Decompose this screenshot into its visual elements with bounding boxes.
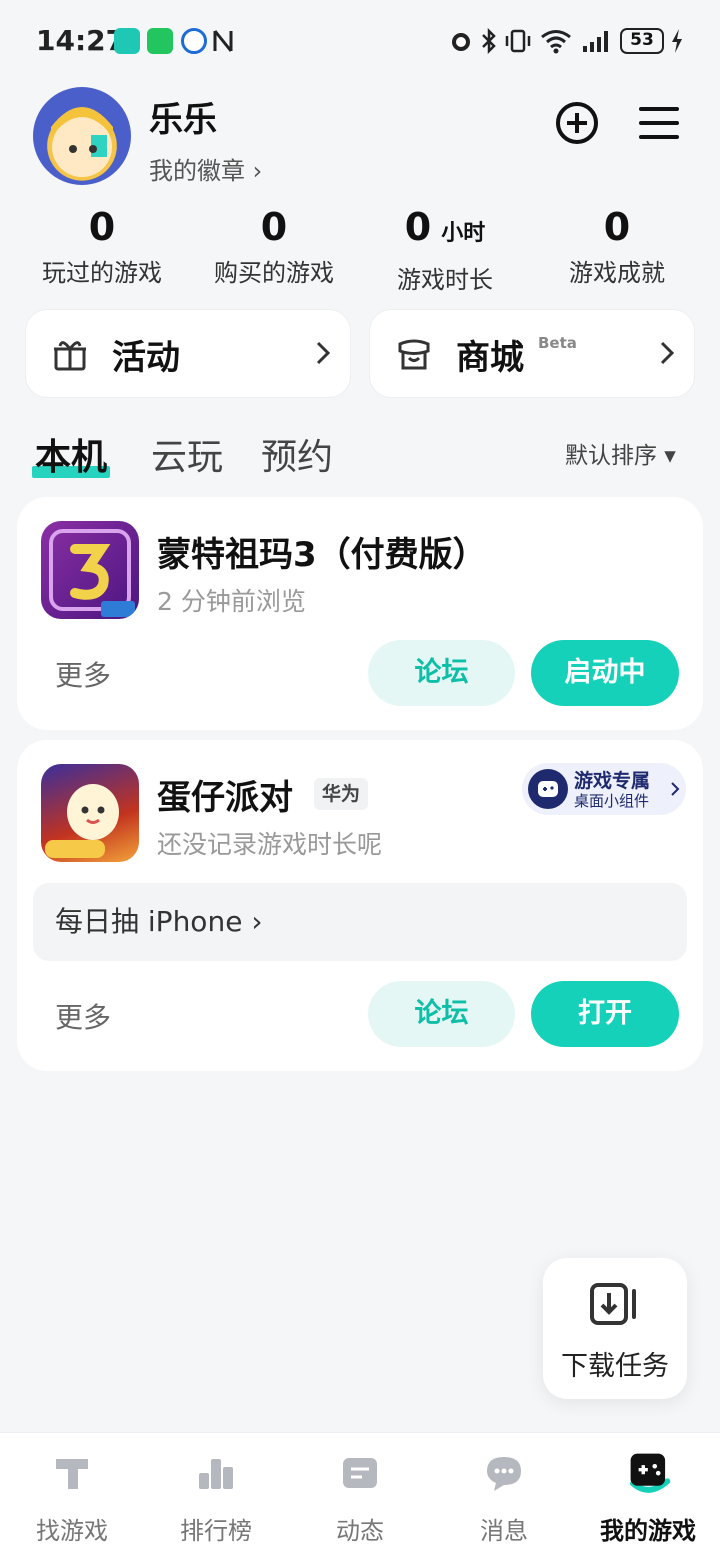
download-task-label: 下载任务 xyxy=(561,1351,669,1382)
bluetooth-icon xyxy=(482,28,496,54)
stat-played-games[interactable]: 0 玩过的游戏 xyxy=(17,205,187,288)
ranking-icon xyxy=(199,1459,233,1489)
gift-icon xyxy=(54,341,86,371)
my-games-icon xyxy=(630,1453,671,1493)
platform-tag: 华为 xyxy=(314,778,369,810)
feed-icon xyxy=(343,1458,377,1488)
username: 乐乐 xyxy=(149,100,217,140)
nav-label: 动态 xyxy=(336,1517,384,1545)
nav-label: 消息 xyxy=(480,1517,528,1545)
message-icon xyxy=(487,1457,521,1491)
menu-icon[interactable] xyxy=(637,101,681,145)
download-icon xyxy=(590,1283,636,1325)
stat-value: 0 xyxy=(603,205,631,249)
activity-label: 活动 xyxy=(112,338,180,378)
stat-value: 0 xyxy=(404,205,432,249)
nav-ranking[interactable]: 排行榜 xyxy=(144,1433,288,1554)
chevron-right-icon xyxy=(316,341,330,365)
mall-label: 商城 xyxy=(456,338,524,378)
stat-achievements[interactable]: 0 游戏成就 xyxy=(532,205,702,288)
nav-find-games[interactable]: 找游戏 xyxy=(0,1433,144,1554)
nav-label: 找游戏 xyxy=(36,1517,108,1545)
app-notification-icon xyxy=(147,28,173,54)
tab-reserve[interactable]: 预约 xyxy=(261,428,333,480)
daily-draw-banner[interactable]: 每日抽 iPhone › xyxy=(33,883,687,961)
app-notification-icon xyxy=(181,28,207,54)
vibrate-icon xyxy=(505,29,531,53)
alarm-icon xyxy=(452,33,470,51)
nav-label: 排行榜 xyxy=(180,1517,252,1545)
download-task-button[interactable]: 下载任务 xyxy=(543,1258,687,1399)
stat-label: 游戏时长 xyxy=(397,266,493,294)
beta-badge: Beta xyxy=(538,334,577,352)
activity-card[interactable]: 活动 xyxy=(25,309,351,398)
launch-button[interactable]: 启动中 xyxy=(531,640,679,706)
signal-icon xyxy=(583,31,608,52)
stat-unit: 小时 xyxy=(441,221,486,246)
game-icon xyxy=(41,764,139,862)
status-time: 14:27 xyxy=(36,24,126,57)
montezuma-icon xyxy=(49,529,135,617)
game-icon xyxy=(41,521,139,619)
forum-button[interactable]: 论坛 xyxy=(368,981,515,1047)
more-button[interactable]: 更多 xyxy=(55,654,111,694)
battery-indicator: 53 xyxy=(620,28,664,54)
stat-play-time[interactable]: 0 小时 游戏时长 xyxy=(360,205,530,295)
find-games-icon xyxy=(56,1459,88,1489)
mall-card[interactable]: 商城 Beta xyxy=(369,309,695,398)
widget-subtitle: 桌面小组件 xyxy=(574,792,650,810)
add-icon[interactable] xyxy=(555,101,599,145)
app-notification-icon xyxy=(114,28,140,54)
bottom-nav: 找游戏 排行榜 动态 消息 我的游戏 xyxy=(0,1432,720,1554)
stat-value: 0 xyxy=(88,205,116,249)
nav-messages[interactable]: 消息 xyxy=(432,1433,576,1554)
store-icon xyxy=(398,339,430,370)
sort-dropdown[interactable]: 默认排序 ▾ xyxy=(565,436,676,470)
desktop-widget-button[interactable]: 游戏专属 桌面小组件 xyxy=(522,763,686,815)
tab-local[interactable]: 本机 xyxy=(31,428,111,480)
game-card[interactable]: 蛋仔派对 华为 游戏专属 桌面小组件 还没记录游戏时长呢 每日抽 iPhone … xyxy=(17,740,703,1071)
stat-value: 0 xyxy=(260,205,288,249)
tab-cloud[interactable]: 云玩 xyxy=(151,428,223,480)
game-title: 蛋仔派对 xyxy=(157,778,293,818)
eggy-party-icon xyxy=(45,784,119,858)
forum-button[interactable]: 论坛 xyxy=(368,640,515,706)
stat-label: 游戏成就 xyxy=(569,259,665,287)
chevron-right-icon xyxy=(671,782,680,796)
game-subtitle: 2 分钟前浏览 xyxy=(157,587,306,616)
stat-purchased-games[interactable]: 0 购买的游戏 xyxy=(189,205,359,288)
gamepad-icon xyxy=(528,769,568,809)
nav-my-games[interactable]: 我的游戏 xyxy=(576,1433,720,1554)
open-button[interactable]: 打开 xyxy=(531,981,679,1047)
my-badges-link[interactable]: 我的徽章 › xyxy=(149,151,262,186)
more-button[interactable]: 更多 xyxy=(55,996,111,1036)
avatar[interactable] xyxy=(33,87,131,185)
stat-label: 玩过的游戏 xyxy=(42,259,162,287)
status-bar: 14:27 53 xyxy=(0,0,720,84)
game-card[interactable]: 蒙特祖玛3（付费版） 2 分钟前浏览 更多 论坛 启动中 xyxy=(17,497,703,730)
nav-label: 我的游戏 xyxy=(600,1517,696,1545)
charging-icon xyxy=(672,29,682,53)
chevron-right-icon xyxy=(660,341,674,365)
avatar-character-icon xyxy=(51,107,113,177)
stat-label: 购买的游戏 xyxy=(214,259,334,287)
nav-feed[interactable]: 动态 xyxy=(288,1433,432,1554)
game-title: 蒙特祖玛3（付费版） xyxy=(157,535,487,575)
nfc-icon xyxy=(213,30,233,52)
wifi-icon xyxy=(541,30,571,54)
game-subtitle: 还没记录游戏时长呢 xyxy=(157,830,383,859)
widget-title: 游戏专属 xyxy=(574,770,651,792)
